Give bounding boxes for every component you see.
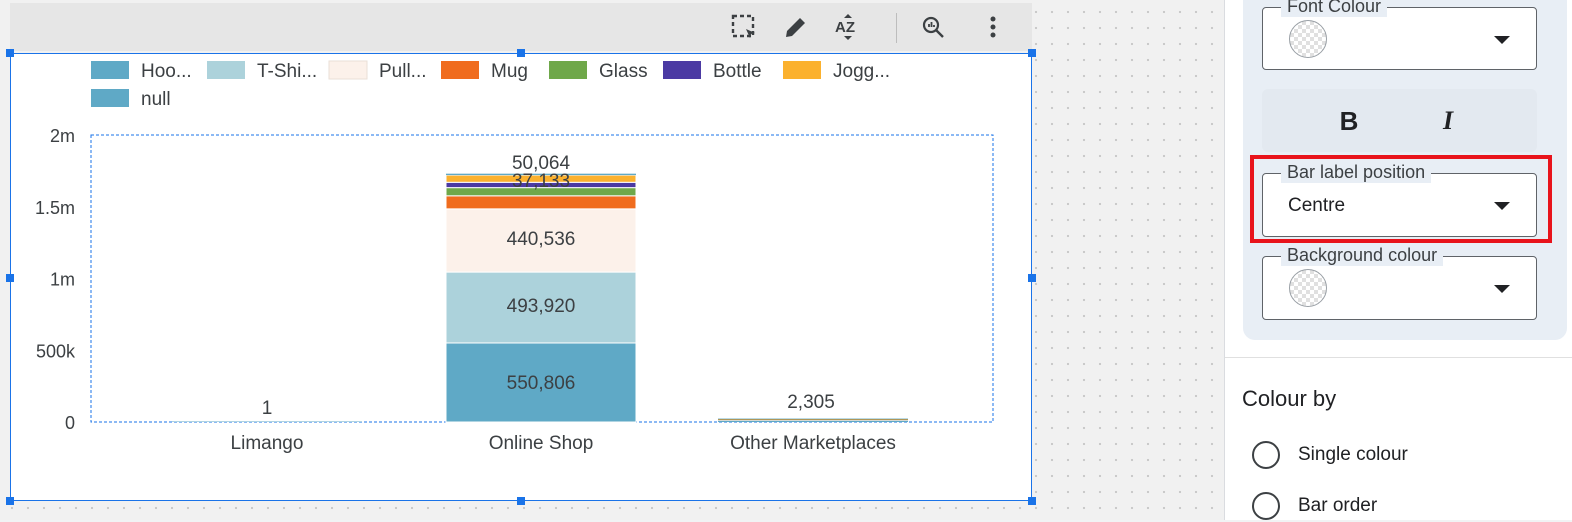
edit-pencil-icon[interactable] [780, 11, 812, 43]
radio-bar-order[interactable]: Bar order [1252, 490, 1377, 522]
radio-circle[interactable] [1252, 441, 1280, 469]
bar-data-label: 493,920 [507, 296, 576, 317]
toolbar-divider [896, 13, 897, 43]
x-category-label: Online Shop [489, 433, 594, 454]
background-colour-label: Background colour [1281, 245, 1444, 266]
bold-button[interactable]: B [1331, 103, 1367, 139]
svg-text:AZ: AZ [835, 19, 855, 36]
legend-label: Bottle [713, 61, 762, 82]
bar-segment [718, 418, 908, 420]
chevron-down-icon [1494, 285, 1510, 293]
y-tick-label: 0 [65, 413, 75, 433]
background-colour-swatch [1289, 269, 1327, 307]
resize-handle-top-right[interactable] [1028, 49, 1036, 57]
explore-icon[interactable] [917, 11, 949, 43]
bar-segment [718, 420, 908, 421]
chart-svg: Hoo... T-Shi... Pull... Mug Glass Bottle Jogg.… [35, 60, 994, 454]
legend-swatch [207, 61, 245, 79]
section-divider [1225, 357, 1572, 358]
legend-swatch [441, 61, 479, 79]
resize-handle-top[interactable] [517, 49, 525, 57]
legend-label: Glass [599, 61, 648, 82]
legend-label: T-Shi... [257, 61, 317, 82]
colour-by-title: Colour by [1242, 386, 1337, 411]
select-area-icon[interactable] [728, 11, 760, 43]
x-category-label: Other Marketplaces [730, 433, 896, 454]
y-tick-label: 1m [50, 270, 75, 290]
bar-segment [445, 195, 637, 210]
bar-data-label: 37,133 [512, 171, 570, 192]
legend-swatch [91, 89, 129, 107]
legend-label: Hoo... [141, 61, 192, 82]
font-colour-label: Font Colour [1281, 0, 1388, 17]
bar-label-position-value: Centre [1288, 195, 1346, 216]
report-canvas: AZ Hoo... T-Shi... Pull... Mug Glass Bottle Jo… [0, 0, 1224, 520]
radio-label-bar-order: Bar order [1298, 495, 1378, 516]
x-category-label: Limango [231, 433, 304, 454]
y-tick-label: 500k [36, 341, 76, 361]
font-colour-swatch [1289, 20, 1327, 58]
bar-data-label: 550,806 [507, 373, 576, 394]
bar-label-position-label: Bar label position [1281, 162, 1432, 183]
resize-handle-right[interactable] [1028, 274, 1036, 282]
more-vert-icon[interactable] [977, 11, 1009, 43]
bar-data-label: 1 [262, 398, 273, 419]
background-colour-dropdown[interactable]: Background colour [1262, 245, 1537, 320]
sort-az-icon[interactable]: AZ [832, 11, 864, 43]
resize-handle-top-left[interactable] [6, 49, 14, 57]
legend-label: Pull... [379, 61, 427, 82]
radio-label-single-colour: Single colour [1298, 444, 1408, 465]
text-format-group: B I [1262, 89, 1537, 152]
chevron-down-icon [1494, 36, 1510, 44]
legend-swatch [549, 61, 587, 79]
legend-label: Mug [491, 61, 528, 82]
radio-circle[interactable] [1252, 492, 1280, 520]
bar-segment [718, 420, 908, 422]
italic-button[interactable]: I [1430, 103, 1466, 139]
font-colour-dropdown[interactable]: Font Colour [1262, 0, 1537, 70]
bar-data-label: 2,305 [787, 392, 835, 413]
chevron-down-icon [1494, 202, 1510, 210]
bar-label-position-dropdown[interactable]: Bar label position Centre [1262, 162, 1537, 237]
resize-handle-bottom[interactable] [517, 497, 525, 505]
legend-label: Jogg... [833, 61, 890, 82]
legend-swatch [328, 60, 368, 80]
bar-data-label: 440,536 [507, 229, 576, 250]
legend-label: null [141, 89, 171, 110]
stacked-bar-chart[interactable]: Hoo... T-Shi... Pull... Mug Glass Bottle Jogg.… [10, 53, 1032, 501]
resize-handle-left[interactable] [6, 274, 14, 282]
legend-swatch [91, 61, 129, 79]
bar-data-label: 50,064 [512, 153, 571, 174]
y-tick-label: 2m [50, 126, 75, 146]
legend-swatch [783, 61, 821, 79]
radio-single-colour[interactable]: Single colour [1252, 439, 1408, 471]
chart-toolbar: AZ [10, 3, 1032, 51]
bar-segment [172, 421, 362, 422]
y-tick-label: 1.5m [35, 198, 75, 218]
resize-handle-bottom-left[interactable] [6, 497, 14, 505]
resize-handle-bottom-right[interactable] [1028, 497, 1036, 505]
legend-swatch [663, 61, 701, 79]
